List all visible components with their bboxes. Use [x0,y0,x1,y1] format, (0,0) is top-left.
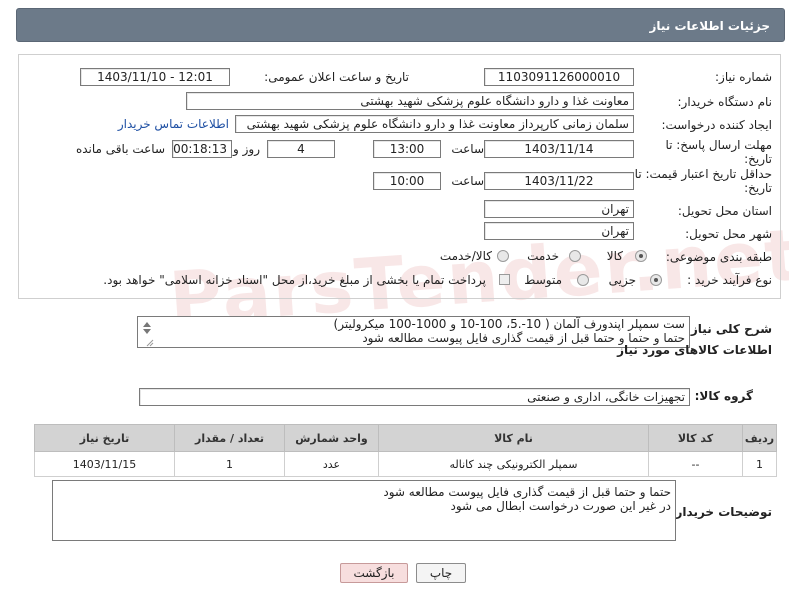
buyer-notes-label: توضیحات خریدار: [670,505,772,519]
category-radio-service[interactable] [569,250,581,262]
print-button[interactable]: چاپ [416,563,466,583]
announce-datetime-label: تاریخ و ساعت اعلان عمومی: [264,70,409,84]
need-number-label: شماره نیاز: [715,70,772,84]
process-radio-medium[interactable] [577,274,589,286]
price-validity-time-field[interactable]: 10:00 [373,172,441,190]
cell-item-name: سمپلر الکترونیکی چند کاناله [378,451,649,477]
summary-line-2: حتما و حتما و حتما قبل از قیمت گذاری فای… [362,331,685,345]
goods-group-label: گروه کالا: [694,389,753,403]
col-header-need-date: تاریخ نیاز [34,424,175,452]
days-label: روز و [233,142,260,156]
deadline-time-label: ساعت [451,142,484,156]
table-row[interactable]: 1 -- سمپلر الکترونیکی چند کاناله عدد 1 1… [34,451,777,477]
goods-section-title: اطلاعات کالاهای مورد نیاز [617,343,772,357]
price-validity-time-label: ساعت [451,174,484,188]
deadline-time-field[interactable]: 13:00 [373,140,441,158]
buyer-notes-line-1: حتما و حتما قبل از قیمت گذاری فایل پیوست… [383,485,671,499]
summary-line-1: ست سمپلر اپندورف آلمان ( 10-.5، 100-10 و… [333,317,685,331]
creator-field[interactable]: سلمان زمانی کارپرداز معاونت غذا و دارو د… [235,115,634,133]
need-number-field[interactable]: 1103091126000010 [484,68,634,86]
buyer-notes-textbox[interactable]: حتما و حتما قبل از قیمت گذاری فایل پیوست… [52,480,676,541]
cell-unit: عدد [284,451,379,477]
price-validity-date-field[interactable]: 1403/11/22 [484,172,634,190]
col-header-row-number: ردیف [742,424,777,452]
treasury-payment-note: پرداخت تمام یا بخشی از مبلغ خرید،از محل … [103,273,486,287]
buyer-org-label: نام دستگاه خریدار: [677,95,773,109]
page-header: جزئیات اطلاعات نیاز [16,8,785,42]
process-radio-minor[interactable] [650,274,662,286]
province-field[interactable]: تهران [484,200,634,218]
category-radio-goods[interactable] [635,250,647,262]
summary-scroll-arrows-icon[interactable] [140,319,154,348]
process-option-minor: جزیی [608,273,636,287]
buyer-contact-link[interactable]: اطلاعات تماس خریدار [118,117,229,131]
cell-item-code: -- [648,451,743,477]
buyer-org-field[interactable]: معاونت غذا و دارو دانشگاه علوم پزشکی شهی… [186,92,634,110]
price-validity-date-label: تاریخ: [744,181,772,195]
city-field[interactable]: تهران [484,222,634,240]
process-option-medium: متوسط [524,273,562,287]
summary-label: شرح کلی نیاز: [686,322,772,336]
back-button[interactable]: بازگشت [340,563,408,583]
table-header-row: ردیف کد کالا نام کالا واحد شمارش تعداد /… [34,424,777,452]
announce-datetime-field[interactable]: 1403/11/10 - 12:01 [80,68,230,86]
col-header-item-name: نام کالا [378,424,649,452]
category-option-service: خدمت [527,249,559,263]
col-header-quantity: تعداد / مقدار [174,424,285,452]
remaining-time-field[interactable]: 00:18:13 [172,140,232,158]
col-header-unit: واحد شمارش [284,424,379,452]
goods-table: ردیف کد کالا نام کالا واحد شمارش تعداد /… [34,424,777,477]
remaining-time-label: ساعت باقی مانده [75,142,165,156]
category-option-goods-service: کالا/خدمت [439,249,492,263]
creator-label: ایجاد کننده درخواست: [661,118,772,132]
goods-group-field[interactable]: تجهیزات خانگی، اداری و صنعتی [139,388,690,406]
buyer-notes-line-2: در غیر این صورت درخواست ابطال می شود [450,499,672,513]
deadline-label: مهلت ارسال پاسخ: تا [665,138,772,152]
cell-row-number: 1 [742,451,777,477]
remaining-days-field[interactable]: 4 [267,140,335,158]
city-label: شهر محل تحویل: [685,227,772,241]
summary-textbox[interactable]: ست سمپلر اپندورف آلمان ( 10-.5، 100-10 و… [137,316,690,348]
category-label: طبقه بندی موضوعی: [665,250,772,264]
deadline-date-label: تاریخ: [744,152,772,166]
process-type-label: نوع فرآیند خرید : [687,273,772,287]
cell-quantity: 1 [174,451,285,477]
deadline-date-field[interactable]: 1403/11/14 [484,140,634,158]
category-option-goods: کالا [606,249,623,263]
category-radio-goods-service[interactable] [497,250,509,262]
page-title: جزئیات اطلاعات نیاز [649,19,770,33]
col-header-item-code: کد کالا [648,424,743,452]
province-label: استان محل تحویل: [677,204,772,218]
treasury-payment-checkbox[interactable] [499,274,510,285]
cell-need-date: 1403/11/15 [34,451,175,477]
price-validity-label: حداقل تاریخ اعتبار قیمت: تا [634,167,772,181]
